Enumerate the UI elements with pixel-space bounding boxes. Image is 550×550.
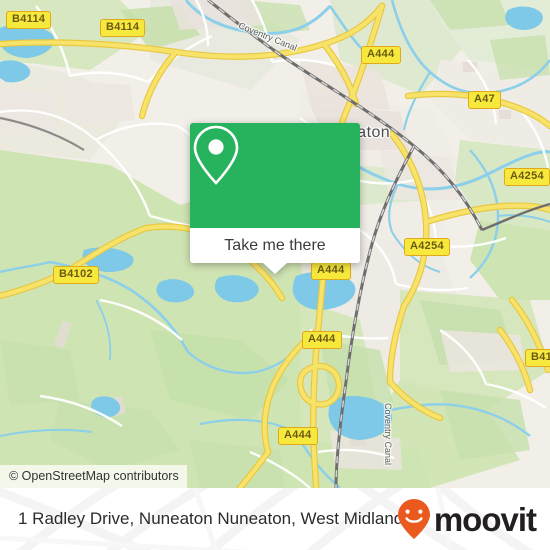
- map-pin-icon: [193, 125, 239, 185]
- location-callout-card[interactable]: Take me there: [190, 123, 360, 274]
- road-shield: A444: [278, 427, 318, 445]
- road-shield: B4114: [100, 19, 146, 37]
- road-shield: A4254: [504, 168, 550, 186]
- road-shield: B4114: [6, 11, 52, 29]
- address-label: 1 Radley Drive, Nuneaton Nuneaton, West …: [18, 509, 412, 528]
- footer-bar: 1 Radley Drive, Nuneaton Nuneaton, West …: [0, 488, 550, 550]
- road-shield: B411: [525, 349, 550, 367]
- moovit-logo[interactable]: moovit: [397, 498, 537, 540]
- map-canvas[interactable]: B4114 B4114 A444 A47 A4254 A4254 B4102 A…: [0, 0, 550, 488]
- road-shield: A444: [361, 46, 401, 64]
- moovit-smiley-pin-icon: [397, 499, 430, 539]
- road-shield: A444: [302, 331, 342, 349]
- moovit-wordmark: moovit: [433, 500, 537, 538]
- take-me-there-button[interactable]: Take me there: [190, 228, 360, 263]
- waterway-label-coventry-canal: Coventry Canal: [383, 403, 393, 466]
- screenshot-root: B4114 B4114 A444 A47 A4254 A4254 B4102 A…: [0, 0, 550, 550]
- osm-attribution[interactable]: © OpenStreetMap contributors: [0, 465, 187, 488]
- road-shield: A4254: [404, 238, 450, 256]
- road-shield: A444: [311, 262, 351, 280]
- road-shield: B4102: [53, 266, 99, 284]
- road-shield: A47: [468, 91, 502, 109]
- card-header: [190, 123, 360, 228]
- callout-tail: [263, 263, 287, 274]
